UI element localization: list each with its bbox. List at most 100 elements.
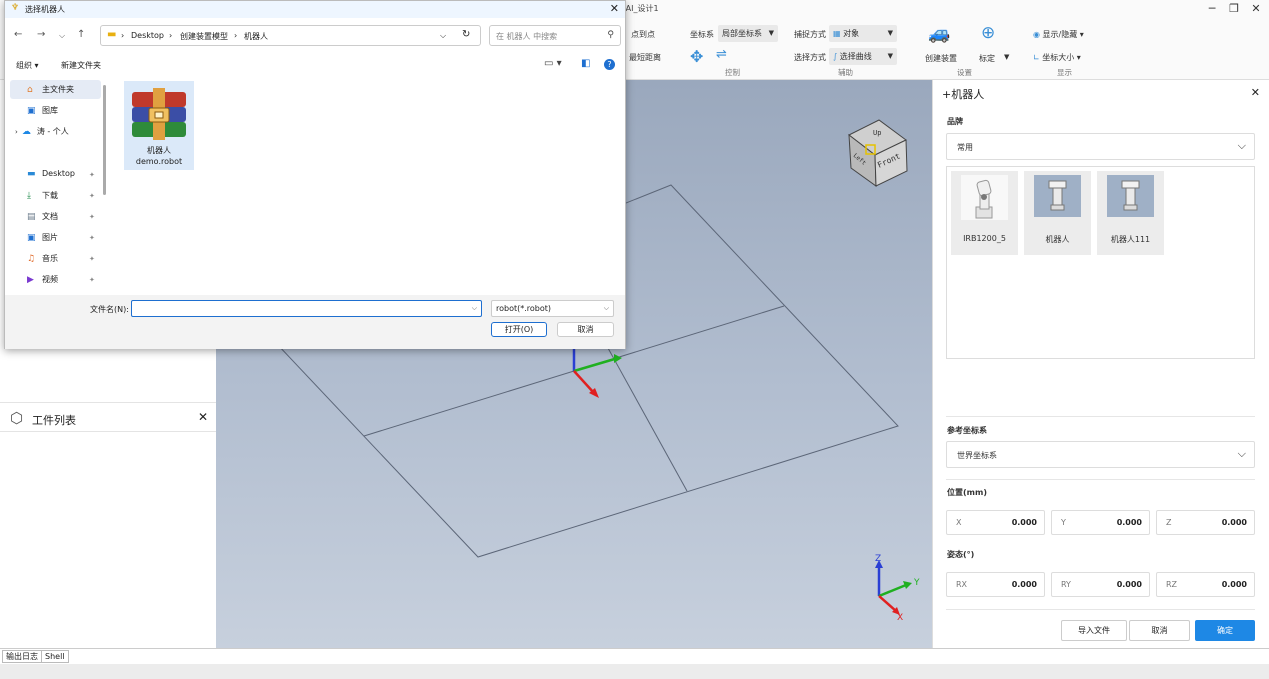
point-to-point-button[interactable]: 点到点: [631, 29, 655, 40]
dialog-cancel-button[interactable]: 取消: [557, 322, 614, 337]
address-chevron-icon[interactable]: ⌵: [440, 31, 446, 41]
archive-file-icon: [132, 88, 186, 140]
preview-pane-icon[interactable]: ◧: [581, 58, 590, 69]
position-y-input[interactable]: Y 0.000: [1051, 510, 1150, 535]
create-device-button[interactable]: 创建装置: [925, 53, 957, 64]
axis-x-label: X: [897, 613, 903, 623]
calibrate-icon[interactable]: ⊕: [981, 23, 995, 43]
move-icon[interactable]: ✥: [690, 47, 703, 66]
show-hide-button[interactable]: ◉ 显示/隐藏 ▾: [1033, 29, 1084, 40]
close-app-button[interactable]: ✕: [1246, 1, 1266, 17]
tab-shell[interactable]: Shell: [41, 650, 69, 663]
refresh-icon[interactable]: ↻: [462, 29, 470, 40]
orientation-ry-input[interactable]: RY 0.000: [1051, 572, 1150, 597]
forward-arrow-icon[interactable]: →: [37, 29, 45, 40]
tab-output-log[interactable]: 输出日志: [2, 650, 42, 663]
breadcrumb-model-folder[interactable]: 创建装置模型: [180, 31, 228, 42]
dialog-title: 选择机器人: [25, 5, 65, 14]
minimize-button[interactable]: ─: [1202, 1, 1222, 17]
breadcrumb-robot-folder[interactable]: 机器人: [244, 31, 268, 42]
nav-item-downloads[interactable]: ⤓ 下载 ✦: [27, 190, 95, 208]
nav-label: 主文件夹: [42, 85, 74, 94]
breadcrumb-separator: ›: [169, 31, 173, 40]
new-folder-button[interactable]: 新建文件夹: [61, 60, 101, 71]
nav-item-onedrive[interactable]: › ☁ 涛 - 个人: [15, 126, 69, 144]
ref-frame-select[interactable]: 世界坐标系 ⌵: [946, 441, 1255, 468]
gallery-icon: ▣: [27, 106, 36, 116]
worklist-close-icon[interactable]: ✕: [198, 410, 208, 424]
filetype-select[interactable]: robot(*.robot) ⌵: [491, 300, 614, 317]
filename-input[interactable]: ⌵: [131, 300, 482, 317]
orientation-rz-value: 0.000: [1221, 580, 1247, 589]
origin-axes: [572, 348, 622, 398]
orientation-rz-input[interactable]: RZ 0.000: [1156, 572, 1255, 597]
chevron-down-icon[interactable]: ⌵: [472, 304, 477, 313]
search-placeholder: 在 机器人 中搜索: [496, 32, 558, 41]
position-y-label: Y: [1061, 518, 1066, 527]
select-dropdown[interactable]: ∫ 选择曲线 ▼: [829, 48, 897, 65]
file-list: 机器人 demo.robot: [111, 77, 625, 295]
select-robot-dialog: ♆ 选择机器人 ✕ ← → ⌵ ↑ ▬ › Desktop › 创建装置模型 ›…: [4, 0, 626, 349]
position-z-value: 0.000: [1221, 518, 1247, 527]
panel-ok-button[interactable]: 确定: [1195, 620, 1255, 641]
orientation-label: 姿态(°): [947, 550, 975, 559]
robot-card[interactable]: 机器人: [1024, 171, 1091, 255]
position-x-input[interactable]: X 0.000: [946, 510, 1045, 535]
nav-label: 涛 - 个人: [36, 127, 69, 136]
nav-item-gallery[interactable]: ▣ 图库: [27, 105, 58, 123]
address-bar[interactable]: ▬ › Desktop › 创建装置模型 › 机器人 ⌵ ↻: [100, 25, 481, 46]
robot-card[interactable]: 机器人111: [1097, 171, 1164, 255]
view-options-icon[interactable]: ▭ ▾: [544, 58, 562, 69]
file-item-demo-robot[interactable]: 机器人 demo.robot: [124, 81, 194, 170]
caret-down-icon: ▼: [887, 29, 893, 37]
brand-select[interactable]: 常用 ⌵: [946, 133, 1255, 160]
help-icon[interactable]: ?: [604, 59, 615, 70]
select-value: 选择曲线: [839, 52, 872, 61]
back-arrow-icon[interactable]: ←: [14, 29, 22, 40]
panel-cancel-button[interactable]: 取消: [1129, 620, 1190, 641]
breadcrumb-desktop[interactable]: Desktop: [131, 31, 164, 40]
robot-card[interactable]: IRB1200_5: [951, 171, 1018, 255]
cube-top-label: Up: [873, 129, 881, 137]
search-input[interactable]: 在 机器人 中搜索 ⚲: [489, 25, 621, 46]
nav-label: 图库: [42, 106, 58, 115]
min-distance-button[interactable]: 最短距离: [629, 52, 661, 63]
create-device-icon[interactable]: 🚙: [928, 23, 950, 44]
nav-item-desktop[interactable]: ▬ Desktop ✦: [27, 169, 95, 187]
panel-close-icon[interactable]: ✕: [1251, 86, 1260, 99]
maximize-button[interactable]: ❐: [1224, 1, 1244, 17]
nav-item-documents[interactable]: ▤ 文档 ✦: [27, 211, 95, 229]
expand-chevron-icon[interactable]: ›: [15, 128, 18, 136]
import-file-button[interactable]: 导入文件: [1061, 620, 1127, 641]
nav-item-home[interactable]: ⌂ 主文件夹: [27, 84, 74, 102]
bottom-tabs: 输出日志 Shell: [0, 648, 1269, 664]
nav-scrollbar[interactable]: [103, 85, 106, 195]
nav-item-pictures[interactable]: ▣ 图片 ✦: [27, 232, 95, 250]
recent-chevron-icon[interactable]: ⌵: [59, 31, 65, 41]
nav-item-music[interactable]: ♫ 音乐 ✦: [27, 253, 95, 271]
up-arrow-icon[interactable]: ↑: [77, 29, 85, 40]
snap-dropdown[interactable]: ▦ 对象 ▼: [829, 25, 897, 42]
calibrate-button[interactable]: 标定: [979, 53, 995, 64]
dialog-close-icon[interactable]: ✕: [610, 2, 619, 15]
position-z-input[interactable]: Z 0.000: [1156, 510, 1255, 535]
pin-icon: ✦: [89, 192, 95, 200]
organize-button[interactable]: 组织 ▾: [16, 60, 39, 71]
nav-item-videos[interactable]: ▶ 视频 ✦: [27, 274, 95, 292]
axis-size-button[interactable]: ∟ 坐标大小 ▾: [1033, 52, 1081, 63]
axis-z-label: Z: [875, 554, 881, 564]
orientation-rx-input[interactable]: RX 0.000: [946, 572, 1045, 597]
panel-title: +机器人: [942, 88, 985, 101]
nav-label: 文档: [42, 212, 58, 221]
ref-frame-value: 世界坐标系: [957, 451, 997, 460]
nav-label: 图片: [42, 233, 58, 242]
orientation-ry-value: 0.000: [1116, 580, 1142, 589]
coord-dropdown[interactable]: 局部坐标系 ▼: [718, 25, 778, 42]
file-name-line2: demo.robot: [135, 157, 183, 166]
align-icon[interactable]: ⇌: [716, 47, 727, 62]
file-name-line1: 机器人: [147, 146, 171, 155]
chevron-down-icon: ⌵: [1237, 447, 1246, 460]
robot-gallery: IRB1200_5 机器人 机器人111: [946, 166, 1255, 359]
caret-down-icon[interactable]: ▼: [1004, 53, 1009, 61]
open-button[interactable]: 打开(O): [491, 322, 547, 337]
